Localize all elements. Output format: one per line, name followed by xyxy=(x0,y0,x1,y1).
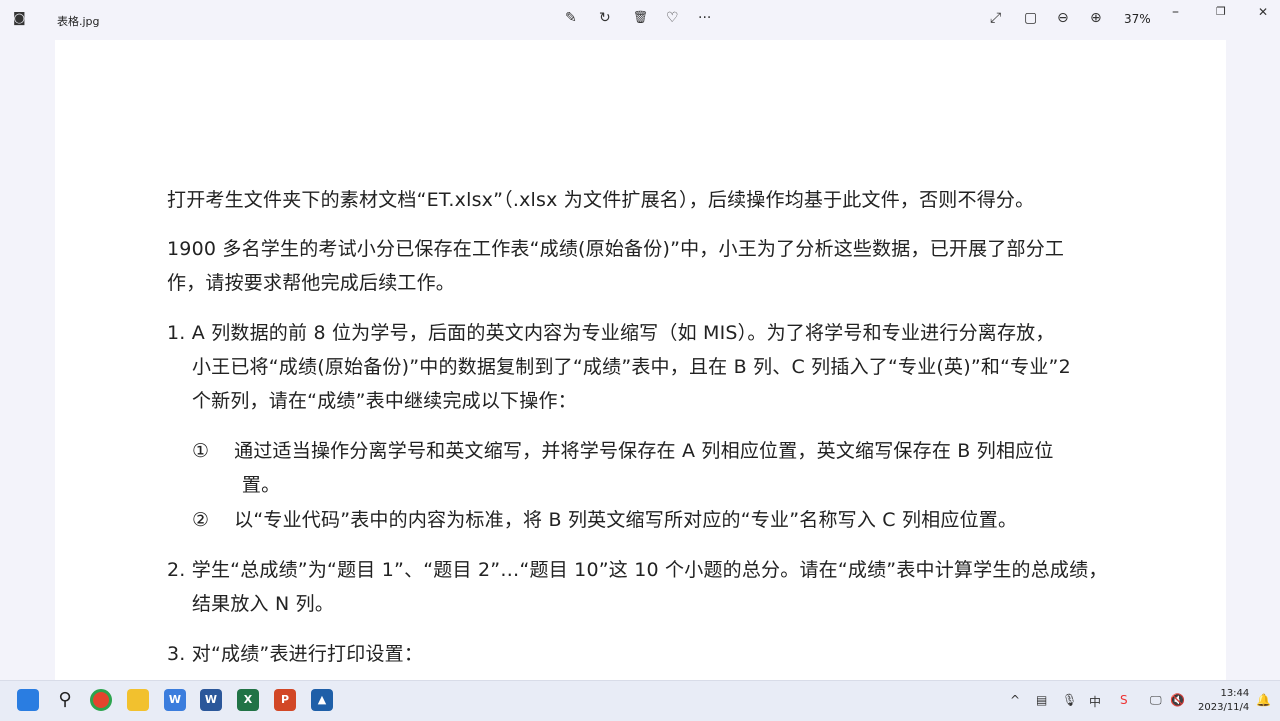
text-line: 1900 多名学生的考试小分已保存在工作表“成绩(原始备份)”中，小王为了分析这… xyxy=(167,238,1065,260)
clock[interactable]: 13:44 2023/11/4 xyxy=(1198,687,1249,715)
zoom-out-icon[interactable]: ⊖ xyxy=(1057,10,1069,26)
text-line: ① 通过适当操作分离学号和英文缩写，并将学号保存在 A 列相应位置，英文缩写保存… xyxy=(167,440,1054,462)
favorite-icon[interactable]: ♡ xyxy=(666,10,679,26)
wps-icon[interactable]: W xyxy=(164,689,186,711)
text-line: ② 以“专业代码”表中的内容为标准，将 B 列英文缩写所对应的“专业”名称写入 … xyxy=(167,509,1018,531)
text-line: 结果放入 N 列。 xyxy=(167,593,335,615)
close-button[interactable]: ✕ xyxy=(1258,5,1268,19)
powerpoint-icon[interactable]: P xyxy=(274,689,296,711)
text-line: 作，请按要求帮他完成后续工作。 xyxy=(167,272,456,294)
fit-icon[interactable]: ▢ xyxy=(1024,10,1037,26)
photos-icon[interactable]: ▲ xyxy=(311,689,333,711)
date: 2023/11/4 xyxy=(1198,702,1250,713)
text-line: 打开考生文件夹下的素材文档“ET.xlsx”（.xlsx 为文件扩展名），后续操… xyxy=(167,189,1035,211)
delete-icon[interactable]: 🗑 xyxy=(633,10,648,24)
title-bar: ◙ 表格.jpg ✎ ↻ 🗑 ♡ ··· ⤢ ▢ ⊖ ⊕ 37% – ❐ ✕ xyxy=(0,0,1280,40)
edit-icon[interactable]: ✎ xyxy=(565,10,577,26)
notes-icon[interactable]: ▤ xyxy=(1036,693,1047,707)
rotate-icon[interactable]: ↻ xyxy=(599,10,611,26)
microphone-icon[interactable]: 🎙 xyxy=(1062,693,1077,707)
window-title: 表格.jpg xyxy=(57,15,100,28)
start-icon[interactable] xyxy=(17,689,39,711)
volume-muted-icon[interactable]: 🔇 xyxy=(1170,693,1185,707)
ime-indicator[interactable]: 中 xyxy=(1089,693,1101,710)
text-line: 3. 对“成绩”表进行打印设置： xyxy=(167,643,424,665)
text-line: 1. A 列数据的前 8 位为学号，后面的英文内容为专业缩写（如 MIS）。为了… xyxy=(167,322,1055,344)
fullscreen-icon[interactable]: ⤢ xyxy=(990,10,1001,26)
chrome-icon[interactable] xyxy=(90,689,112,711)
photos-app-icon: ◙ xyxy=(13,11,26,26)
taskbar: ⚲ W W X P ▲ ^ ▤ 🎙 中 S 🖵 🔇 13:44 2023/11/4… xyxy=(0,680,1280,721)
excel-icon[interactable]: X xyxy=(237,689,259,711)
word-icon[interactable]: W xyxy=(200,689,222,711)
text-line: 置。 xyxy=(167,474,281,496)
text-line: 小王已将“成绩(原始备份)”中的数据复制到了“成绩”表中，且在 B 列、C 列插… xyxy=(167,356,1071,378)
file-explorer-icon[interactable] xyxy=(127,689,149,711)
zoom-level[interactable]: 37% xyxy=(1124,12,1151,26)
tray-overflow-icon[interactable]: ^ xyxy=(1010,693,1020,707)
sogou-icon[interactable]: S xyxy=(1120,693,1128,707)
search-icon[interactable]: ⚲ xyxy=(54,689,76,711)
more-icon[interactable]: ··· xyxy=(698,10,711,26)
restore-button[interactable]: ❐ xyxy=(1216,5,1226,18)
minimize-button[interactable]: – xyxy=(1172,4,1179,20)
zoom-in-icon[interactable]: ⊕ xyxy=(1090,10,1102,26)
text-line: 个新列，请在“成绩”表中继续完成以下操作： xyxy=(167,390,577,412)
network-icon[interactable]: 🖵 xyxy=(1150,693,1162,708)
notification-icon[interactable]: 🔔 xyxy=(1256,693,1271,707)
time: 13:44 xyxy=(1220,688,1250,699)
text-line: 2. 学生“总成绩”为“题目 1”、“题目 2”…“题目 10”这 10 个小题… xyxy=(167,559,1108,581)
